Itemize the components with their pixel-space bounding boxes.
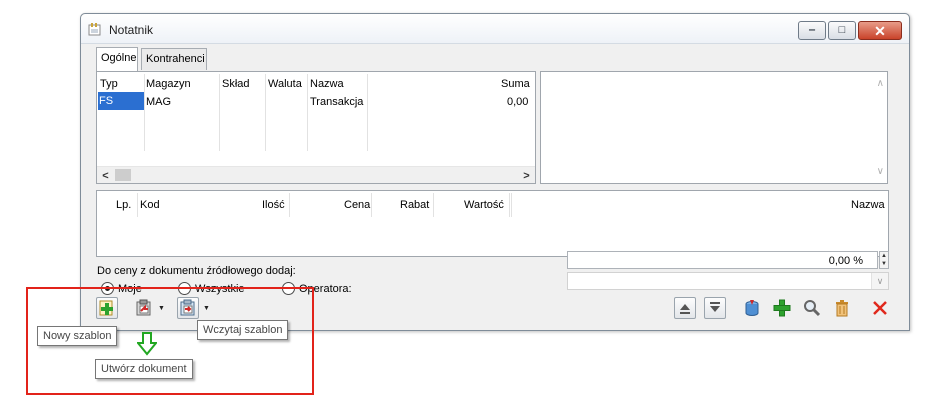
column-divider xyxy=(511,193,512,217)
window-title: Notatnik xyxy=(109,23,154,37)
column-divider xyxy=(144,74,145,151)
arrow-down-icon xyxy=(137,332,157,356)
column-divider xyxy=(371,193,372,217)
delete-button[interactable] xyxy=(831,297,853,319)
close-window-button[interactable]: ✕ xyxy=(858,21,902,40)
title-bar: Notatnik ‒ □ ✕ xyxy=(81,14,909,44)
column-divider xyxy=(433,193,434,217)
col-wartosc[interactable]: Wartość xyxy=(464,199,504,211)
tooltip-create-document: Utwórz dokument xyxy=(95,359,193,379)
col-waluta[interactable]: Waluta xyxy=(268,78,302,90)
plus-icon xyxy=(773,299,791,317)
tab-kontrahenci[interactable]: Kontrahenci xyxy=(141,48,207,70)
scroll-left-icon[interactable]: < xyxy=(97,167,114,183)
column-divider xyxy=(367,74,368,151)
tooltip-new-template: Nowy szablon xyxy=(37,326,118,346)
minimize-button[interactable]: ‒ xyxy=(798,21,826,40)
scroll-down-icon[interactable]: ∨ xyxy=(877,166,884,177)
arrow-down-icon xyxy=(710,302,720,312)
magnifier-icon xyxy=(804,300,821,317)
maximize-icon: □ xyxy=(838,24,846,36)
operator-select[interactable]: ∨ xyxy=(567,272,889,290)
chevron-down-icon[interactable]: ∨ xyxy=(871,273,888,289)
column-divider xyxy=(219,74,220,151)
lines-list[interactable]: Lp. Kod Ilość Cena Rabat Wartość Nazwa xyxy=(96,190,889,257)
col-cena[interactable]: Cena xyxy=(344,199,370,211)
documents-list[interactable]: Typ Magazyn Skład Waluta Nazwa Suma FS M… xyxy=(96,71,536,184)
col-lp[interactable]: Lp. xyxy=(116,199,131,211)
col-nazwa[interactable]: Nazwa xyxy=(310,78,344,90)
minimize-icon: ‒ xyxy=(808,24,816,36)
add-button[interactable] xyxy=(771,297,793,319)
horizontal-scrollbar[interactable]: < > xyxy=(97,166,535,183)
maximize-button[interactable]: □ xyxy=(828,21,856,40)
notatnik-window: Notatnik ‒ □ ✕ Ogólne Kontrahenci Typ Ma… xyxy=(80,13,910,331)
col-nazwa[interactable]: Nazwa xyxy=(851,199,885,211)
scroll-up-icon[interactable]: ∧ xyxy=(877,78,884,89)
close-form-button[interactable] xyxy=(869,297,891,319)
col-typ[interactable]: Typ xyxy=(100,78,118,90)
scroll-right-icon[interactable]: > xyxy=(518,167,535,183)
col-ilosc[interactable]: Ilość xyxy=(262,199,285,211)
table-row-magazyn[interactable]: MAG xyxy=(146,96,171,108)
col-suma[interactable]: Suma xyxy=(501,78,530,90)
close-icon: ✕ xyxy=(874,22,886,39)
table-row-suma[interactable]: 0,00 xyxy=(507,96,528,108)
database-icon xyxy=(745,300,759,316)
tooltip-load-template: Wczytaj szablon xyxy=(197,320,289,340)
table-row-nazwa[interactable]: Transakcja xyxy=(310,96,363,108)
trash-icon xyxy=(836,300,848,317)
column-divider xyxy=(509,193,510,217)
price-source-label: Do ceny z dokumentu źródłowego dodaj: xyxy=(97,265,296,277)
preview-button[interactable] xyxy=(801,297,823,319)
tab-ogolne[interactable]: Ogólne xyxy=(96,47,138,71)
import-button[interactable] xyxy=(741,297,763,319)
move-down-button[interactable] xyxy=(704,297,726,319)
column-divider xyxy=(265,74,266,151)
move-up-button[interactable] xyxy=(674,297,696,319)
side-preview-panel: ∧ ∨ xyxy=(540,71,888,184)
arrow-up-icon xyxy=(680,304,690,314)
percent-spinner[interactable]: ▲ ▼ xyxy=(879,251,889,269)
col-rabat[interactable]: Rabat xyxy=(400,199,429,211)
column-divider xyxy=(137,193,138,217)
percent-field[interactable]: 0,00 % xyxy=(567,251,878,269)
scroll-thumb[interactable] xyxy=(115,169,131,181)
col-sklad[interactable]: Skład xyxy=(222,78,250,90)
notepad-icon xyxy=(88,23,101,36)
column-divider xyxy=(307,74,308,151)
col-magazyn[interactable]: Magazyn xyxy=(146,78,191,90)
table-row-typ[interactable]: FS xyxy=(98,92,144,110)
close-red-icon xyxy=(873,301,887,315)
col-kod[interactable]: Kod xyxy=(140,199,160,211)
column-divider xyxy=(289,193,290,217)
